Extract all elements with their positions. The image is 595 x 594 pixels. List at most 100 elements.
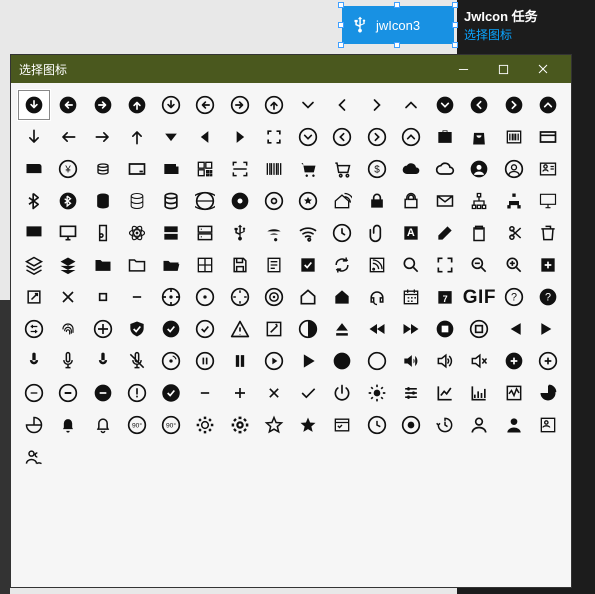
icon-database[interactable] xyxy=(154,185,188,217)
icon-disc-fill[interactable] xyxy=(223,185,257,217)
icon-x-small[interactable] xyxy=(257,377,291,409)
icon-check-disc[interactable] xyxy=(154,377,188,409)
icon-bell-fill[interactable] xyxy=(51,409,85,441)
icon-home-fill[interactable] xyxy=(325,281,359,313)
icon-gear[interactable] xyxy=(188,409,222,441)
selected-control-wrapper[interactable]: jwIcon3 xyxy=(338,2,458,48)
icon-calendar-grid[interactable] xyxy=(394,281,428,313)
icon-usb[interactable] xyxy=(223,217,257,249)
icon-bluetooth-circle-fill[interactable] xyxy=(51,185,85,217)
icon-minus-small[interactable] xyxy=(120,281,154,313)
icon-monitor-fill[interactable] xyxy=(17,217,51,249)
icon-cloud-outline[interactable] xyxy=(428,153,462,185)
icon-ipod[interactable] xyxy=(86,217,120,249)
icon-shopping-cart[interactable] xyxy=(291,153,325,185)
icon-check-small[interactable] xyxy=(291,377,325,409)
icon-clipboard[interactable] xyxy=(462,217,496,249)
icon-minus-circle[interactable] xyxy=(17,377,51,409)
icon-card-id[interactable] xyxy=(531,409,565,441)
icon-mic-fill[interactable] xyxy=(17,345,51,377)
icon-play-fill[interactable] xyxy=(291,345,325,377)
icon-chevron-up-circle-fill[interactable] xyxy=(531,89,565,121)
icon-user-circle[interactable] xyxy=(497,153,531,185)
icon-zoom-out[interactable] xyxy=(462,249,496,281)
icon-clock-alt[interactable] xyxy=(360,409,394,441)
icon-chevron-down-circle[interactable] xyxy=(291,121,325,153)
resize-handle[interactable] xyxy=(394,2,400,8)
resize-handle[interactable] xyxy=(452,42,458,48)
icon-mic-off-fill[interactable] xyxy=(86,345,120,377)
icon-minus-small-2[interactable] xyxy=(188,377,222,409)
icon-rotate-90-alt[interactable]: 90° xyxy=(154,409,188,441)
icon-headset[interactable] xyxy=(360,281,394,313)
icon-lock[interactable] xyxy=(394,185,428,217)
icon-target-crosshair[interactable] xyxy=(154,281,188,313)
icon-home-signal[interactable] xyxy=(325,185,359,217)
icon-volume-mute[interactable] xyxy=(462,345,496,377)
icon-check-circle[interactable] xyxy=(188,313,222,345)
icon-credit-card-alt[interactable] xyxy=(531,121,565,153)
icon-chevron-right-circle[interactable] xyxy=(360,121,394,153)
icon-arrow-down-circle[interactable] xyxy=(154,89,188,121)
icon-dollar-circle[interactable]: $ xyxy=(360,153,394,185)
icon-bar-chart[interactable] xyxy=(462,377,496,409)
icon-settings-sliders[interactable] xyxy=(394,377,428,409)
icon-globe[interactable] xyxy=(188,185,222,217)
icon-clock-outline[interactable] xyxy=(325,217,359,249)
icon-note[interactable] xyxy=(257,249,291,281)
icon-save[interactable] xyxy=(223,249,257,281)
icon-contrast[interactable] xyxy=(291,313,325,345)
icon-user-circle-fill[interactable] xyxy=(462,153,496,185)
icon-checkbox-fill[interactable] xyxy=(291,249,325,281)
icon-shield-check-fill[interactable] xyxy=(120,313,154,345)
icon-folder-fill[interactable] xyxy=(86,249,120,281)
icon-fingerprint[interactable] xyxy=(51,313,85,345)
icon-volume[interactable] xyxy=(428,345,462,377)
icon-disc[interactable] xyxy=(257,185,291,217)
icon-arrows-expand[interactable] xyxy=(257,121,291,153)
icon-arrow-down-circle-fill[interactable] xyxy=(17,89,51,121)
icon-caret-right-fill[interactable] xyxy=(223,121,257,153)
icon-line-chart[interactable] xyxy=(428,377,462,409)
icon-bluetooth[interactable] xyxy=(17,185,51,217)
icon-qr-code[interactable] xyxy=(188,153,222,185)
icon-layers-fill[interactable] xyxy=(51,249,85,281)
icon-arrow-down[interactable] xyxy=(17,121,51,153)
icon-warning-triangle[interactable] xyxy=(223,313,257,345)
icon-folder-open[interactable] xyxy=(154,249,188,281)
icon-check-circle-fill[interactable] xyxy=(154,313,188,345)
icon-activity-square[interactable] xyxy=(497,377,531,409)
icon-user[interactable] xyxy=(462,409,496,441)
icon-caret-down-fill[interactable] xyxy=(154,121,188,153)
icon-wifi[interactable] xyxy=(291,217,325,249)
icon-add-square-fill[interactable] xyxy=(531,249,565,281)
icon-skip-back[interactable] xyxy=(497,313,531,345)
icon-sun[interactable] xyxy=(360,377,394,409)
window-maximize-button[interactable] xyxy=(483,55,523,83)
icon-arrow-right-circle-fill[interactable] xyxy=(86,89,120,121)
icon-cloud-fill[interactable] xyxy=(394,153,428,185)
icon-chevron-right-circle-fill[interactable] xyxy=(497,89,531,121)
icon-scissors[interactable] xyxy=(497,217,531,249)
icon-cross-circle[interactable] xyxy=(86,313,120,345)
icon-rss-square[interactable] xyxy=(360,249,394,281)
icon-trash[interactable] xyxy=(531,217,565,249)
resize-handle[interactable] xyxy=(452,2,458,8)
icon-play-circle[interactable] xyxy=(257,345,291,377)
icon-help-circle-fill[interactable]: ? xyxy=(531,281,565,313)
picker-titlebar[interactable]: 选择图标 xyxy=(11,55,571,83)
icon-mic[interactable] xyxy=(51,345,85,377)
icon-chevron-left-circle[interactable] xyxy=(325,121,359,153)
icon-star-circle[interactable] xyxy=(291,185,325,217)
icon-calendar-7[interactable]: 7 xyxy=(428,281,462,313)
resize-handle[interactable] xyxy=(338,2,344,8)
icon-cart-outline[interactable] xyxy=(325,153,359,185)
icon-dot-target[interactable] xyxy=(188,281,222,313)
icon-arrow-left-circle-fill[interactable] xyxy=(51,89,85,121)
icon-arrow-up[interactable] xyxy=(120,121,154,153)
icon-circle-large[interactable] xyxy=(360,345,394,377)
icon-caret-left-fill[interactable] xyxy=(188,121,222,153)
resize-handle[interactable] xyxy=(452,22,458,28)
icon-chevron-up[interactable] xyxy=(394,89,428,121)
icon-wallet-alt[interactable] xyxy=(154,153,188,185)
